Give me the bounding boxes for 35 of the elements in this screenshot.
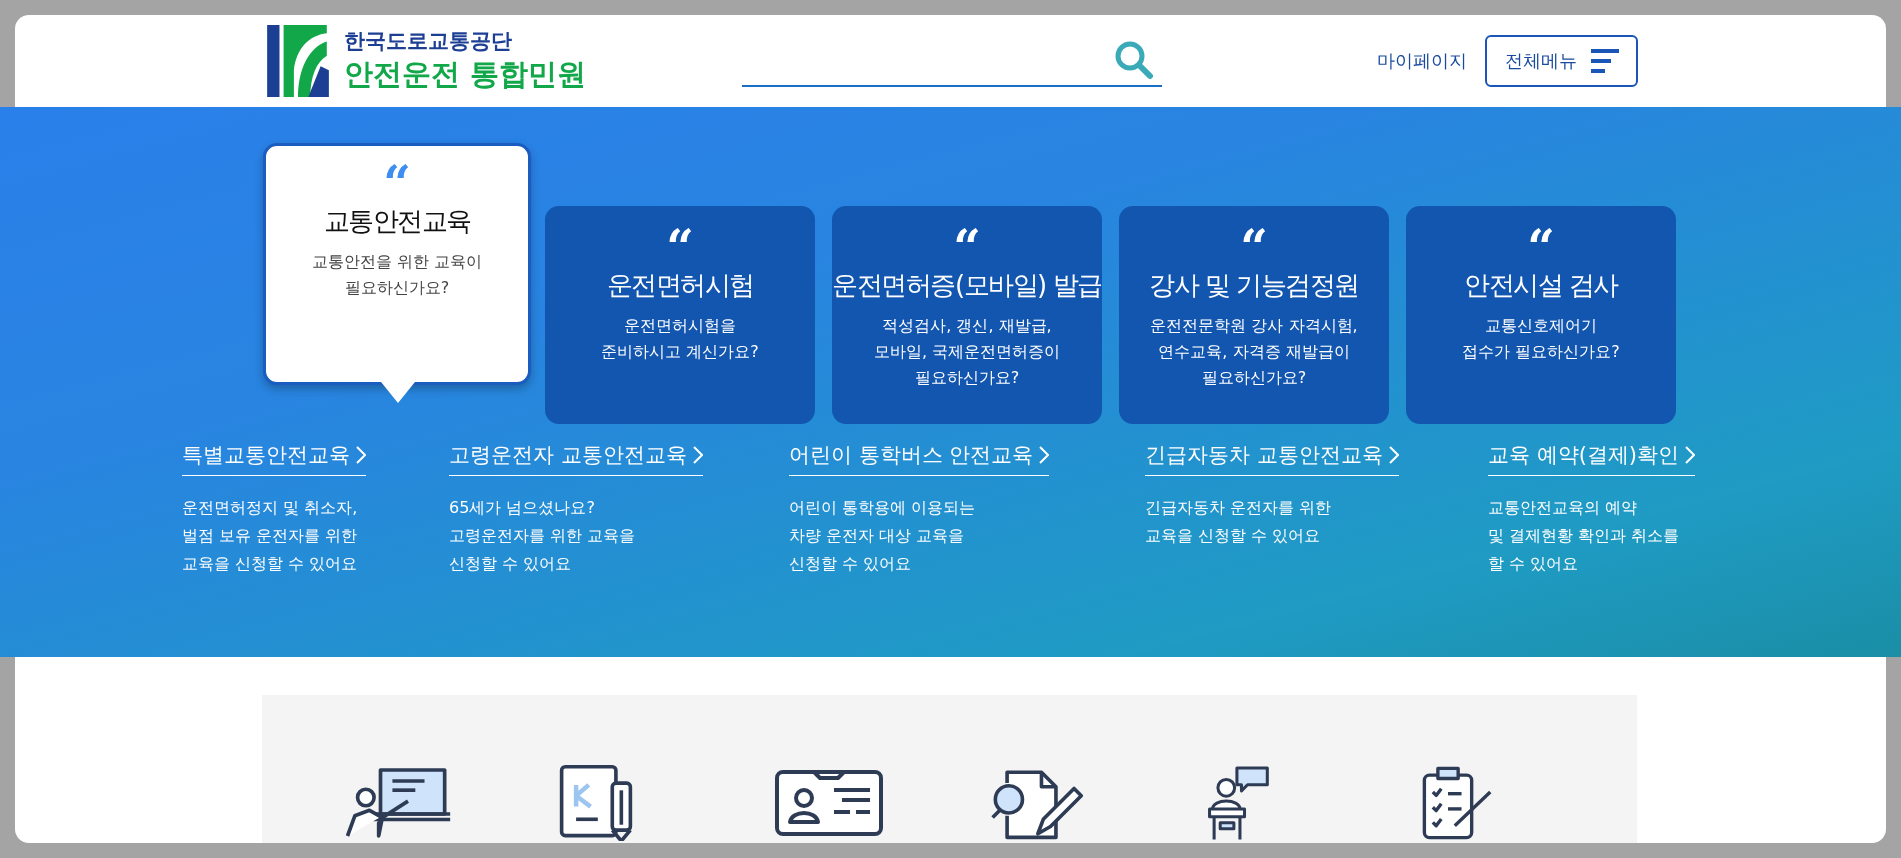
card-description: 운전면허시험을 준비하시고 계신가요? <box>601 315 759 363</box>
card-description: 교통안전을 위한 교육이 필요하신가요? <box>311 251 483 299</box>
chevron-icon <box>1388 446 1399 464</box>
chevron-icon <box>1685 446 1696 464</box>
card-description: 운전전문학원 강사 자격시험, 연수교육, 자격증 재발급이 필요하신가요? <box>1150 315 1358 389</box>
chevron-icon <box>692 446 703 464</box>
card-description: 교통신호제어기 접수가 필요하신가요? <box>1462 315 1620 363</box>
card-title: 안전시설 검사 <box>1464 269 1618 302</box>
link-description: 긴급자동차 운전자를 위한 교육을 신청할 수 있어요 <box>1145 497 1333 547</box>
chevron-icon <box>356 446 366 464</box>
link-description: 운전면허정지 및 취소자, 벌점 보유 운전자를 위한 교육을 신청할 수 있어요 <box>182 497 359 575</box>
search-icon[interactable] <box>1114 40 1154 80</box>
service-card[interactable]: “ 교통안전교육 교통안전을 위한 교육이 필요하신가요? <box>263 143 531 385</box>
all-menu-button[interactable]: 전체메뉴 <box>1485 35 1638 87</box>
link-description: 65세가 넘으셨나요? 고령운전자를 위한 교육을 신청할 수 있어요 <box>449 497 637 575</box>
link-description: 어린이 통학용에 이용되는 차량 운전자 대상 교육을 신청할 수 있어요 <box>789 497 977 575</box>
chevron-icon <box>1039 446 1050 464</box>
service-card[interactable]: “ 운전면허증(모바일) 발급 적성검사, 갱신, 재발급, 모바일, 국제운전면허증이 필요하신가요? <box>832 206 1102 424</box>
card-title: 강사 및 기능검정원 <box>1149 269 1359 302</box>
service-card[interactable]: “ 강사 및 기능검정원 운전전문학원 강사 자격시험, 연수교육, 자격증 재발급이 필요하신가요? <box>1119 206 1389 424</box>
organization-name: 한국도로교통공단 <box>344 28 513 55</box>
link-description: 교통안전교육의 예약 및 결제현황 확인과 취소를 할 수 있어요 <box>1488 497 1681 575</box>
education-link[interactable]: 고령운전자 교통안전교육 <box>449 441 703 476</box>
mypage-link[interactable]: 마이페이지 <box>1377 49 1467 73</box>
service-card[interactable]: “ 안전시설 검사 교통신호제어기 접수가 필요하신가요? <box>1406 206 1676 424</box>
card-title: 운전면허시험 <box>606 269 754 302</box>
menu-icon <box>1590 49 1619 73</box>
service-card[interactable]: “ 운전면허시험 운전면허시험을 준비하시고 계신가요? <box>545 206 815 424</box>
education-link[interactable]: 어린이 통학버스 안전교육 <box>789 441 1050 476</box>
card-description: 적성검사, 갱신, 재발급, 모바일, 국제운전면허증이 필요하신가요? <box>873 315 1061 389</box>
site-title: 안전운전 통합민원 <box>344 56 587 93</box>
card-title: 교통안전교육 <box>323 205 471 238</box>
card-title: 운전면허증(모바일) 발급 <box>832 269 1102 302</box>
pointer-tail <box>381 382 415 404</box>
education-link[interactable]: 특별교통안전교육 <box>182 441 366 476</box>
